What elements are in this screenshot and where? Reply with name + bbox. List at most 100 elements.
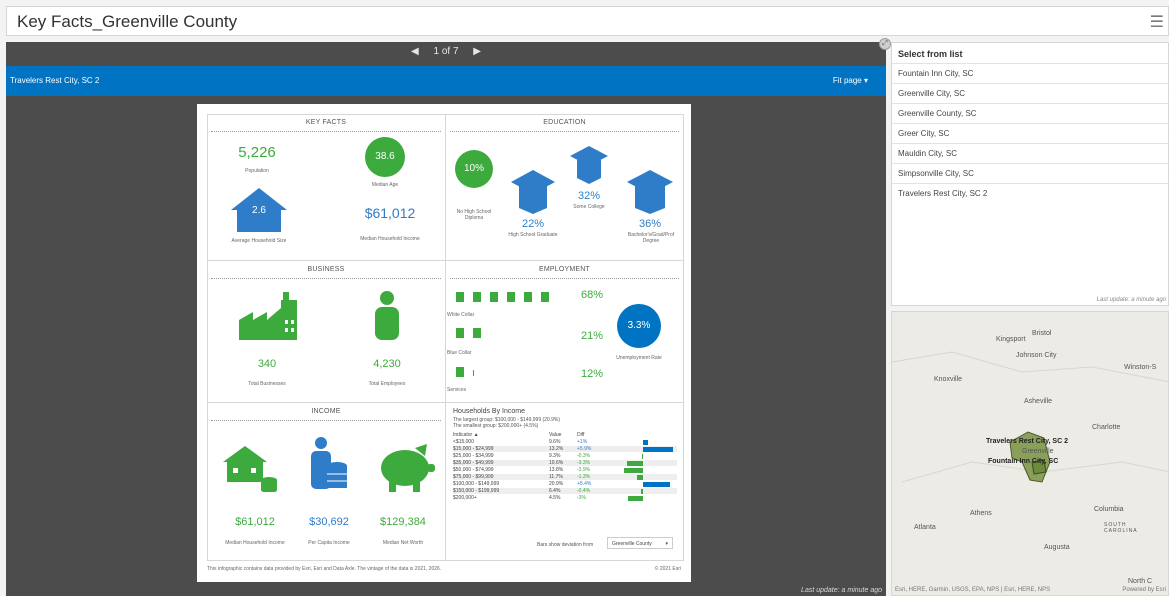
services-value: 12% <box>580 368 604 380</box>
map-label: North C <box>1128 578 1153 585</box>
table-row: $150,000 - $199,999 6.4% -0.4% <box>453 488 677 494</box>
list-item[interactable]: Mauldin City, SC <box>892 143 1169 163</box>
table-row: $15,000 - $24,999 13.2% +5.9% <box>453 446 677 452</box>
total-employees-value: 4,230 <box>373 358 401 370</box>
table-row: $35,000 - $49,999 10.6% -3.3% <box>453 460 677 466</box>
house-money-icon <box>223 446 277 492</box>
map-label: Augusta <box>1044 544 1070 551</box>
map-attribution: Esri, HERE, Garmin, USGS, EPA, NPS | Esr… <box>895 587 1051 593</box>
map-label: Knoxville <box>934 376 963 383</box>
row-indicator: $75,000 - $99,999 <box>453 474 494 480</box>
row-value: 11.7% <box>549 474 563 480</box>
prev-page-button[interactable]: ◀ <box>411 46 419 57</box>
list-item[interactable]: Greer City, SC <box>892 123 1169 143</box>
median-income-value: $61,012 <box>364 205 416 221</box>
row-diff: -1.3% <box>577 474 591 480</box>
no-highschool-label: No High School Diploma <box>456 209 492 221</box>
deviation-bar <box>636 475 643 480</box>
row-value: 9.3% <box>549 453 561 459</box>
graduation-cap-icon <box>511 170 555 214</box>
bachelors-value: 36% <box>638 218 662 230</box>
services-label: Services <box>447 387 467 393</box>
location-bar: Travelers Rest City, SC 2 Fit page ▾ <box>6 66 886 96</box>
pager: ◀ 1 of 7 ▶ <box>6 42 886 64</box>
row-indicator: $35,000 - $49,999 <box>453 460 494 466</box>
list-item[interactable]: Travelers Rest City, SC 2 <box>892 183 1169 203</box>
selection-list: Select from list Fountain Inn City, SC Gr… <box>891 42 1169 306</box>
median-hh-income-value: $61,012 <box>235 516 275 528</box>
map-label: Johnson City <box>1016 352 1057 359</box>
next-page-button[interactable]: ▶ <box>473 46 481 57</box>
median-age-label: Median Age <box>371 182 399 188</box>
row-value: 10.6% <box>549 460 564 466</box>
white-collar-value: 68% <box>580 289 604 301</box>
fit-page-dropdown[interactable]: Fit page ▾ <box>833 76 868 85</box>
no-highschool-circle: 10% <box>455 150 493 188</box>
table-row: $200,000+ 4.5% -3% <box>453 495 677 501</box>
median-age-circle: 38.6 <box>365 137 405 177</box>
list-last-update: Last update: a minute ago <box>1096 297 1166 303</box>
education-title: EDUCATION <box>543 119 586 126</box>
table-row: $50,000 - $74,999 13.8% -3.9% <box>453 467 677 473</box>
income-title: INCOME <box>311 408 341 415</box>
map-label: Greenville <box>1022 448 1054 455</box>
bachelors-label: Bachelor's/Grad/Prof Degree <box>627 232 675 244</box>
map-label: Fountain Inn City, SC <box>988 458 1059 465</box>
copyright: © 2021 Esri <box>654 566 681 572</box>
table-row: $75,000 - $99,999 11.7% -1.3% <box>453 474 677 480</box>
row-diff: -0.4% <box>577 488 591 494</box>
deviation-dropdown[interactable]: Greenville County ▾ <box>607 537 673 549</box>
some-college-label: Some College <box>573 204 605 210</box>
white-collar-label: White Collar <box>447 312 475 318</box>
business-title: BUSINESS <box>307 266 345 273</box>
deviation-bar <box>643 482 670 487</box>
total-businesses-value: 340 <box>257 358 277 370</box>
median-hh-income-label: Median Household Income <box>225 540 285 546</box>
piggy-bank-icon <box>381 444 435 492</box>
per-capita-label: Per Capita Income <box>308 540 350 546</box>
list-item[interactable]: Fountain Inn City, SC <box>892 63 1169 83</box>
map-label: Travelers Rest City, SC 2 <box>986 438 1068 445</box>
map[interactable]: Bristol Kingsport Johnson City Knoxville Win… <box>891 311 1169 596</box>
row-diff: +1% <box>577 439 588 445</box>
list-item[interactable]: Simpsonville City, SC <box>892 163 1169 183</box>
unemployment-circle: 3.3% <box>617 304 661 348</box>
col-indicator[interactable]: Indicator ▲ <box>453 432 479 438</box>
map-label: Winston-S <box>1124 364 1157 371</box>
total-employees-label: Total Employees <box>368 381 406 387</box>
unemployment-label: Unemployment Rate <box>616 355 662 361</box>
graduation-cap-icon <box>627 170 673 214</box>
person-money-icon <box>311 437 347 489</box>
row-indicator: $25,000 - $34,999 <box>453 453 494 459</box>
list-item[interactable]: Greenville City, SC <box>892 83 1169 103</box>
row-value: 20.9% <box>549 481 564 487</box>
menu-icon[interactable]: ☰ <box>1150 12 1164 32</box>
infographic-panel: ◀ 1 of 7 ▶ ⤢ Travelers Rest City, SC 2 F… <box>6 38 891 596</box>
row-indicator: $100,000 - $149,999 <box>453 481 500 487</box>
households-title: Households By Income <box>453 408 525 415</box>
map-powered: Powered by Esri <box>1122 587 1166 593</box>
key-facts-title: KEY FACTS <box>305 119 347 126</box>
row-value: 13.2% <box>549 446 564 452</box>
map-label: Athens <box>970 510 992 517</box>
infographic-page: KEY FACTS 5,226 Population 38.6 Median A… <box>197 104 691 582</box>
population-label: Population <box>245 168 269 174</box>
map-label: SOUTH CAROLINA <box>1104 522 1138 534</box>
row-diff: +5.4% <box>577 481 592 487</box>
map-label: Asheville <box>1024 398 1053 405</box>
app-title: Key Facts_Greenville County <box>17 12 238 31</box>
row-diff: -3.3% <box>577 460 591 466</box>
row-value: 6.4% <box>549 488 561 494</box>
row-diff: -0.3% <box>577 453 591 459</box>
row-indicator: $15,000 - $24,999 <box>453 446 494 452</box>
white-collar-icons <box>456 292 549 302</box>
col-value[interactable]: Value <box>549 432 561 438</box>
table-row: <$15,000 9.6% +1% <box>453 439 677 445</box>
per-capita-value: $30,692 <box>309 516 349 528</box>
highschool-label: High School Graduate <box>508 232 558 238</box>
list-item[interactable]: Greenville County, SC <box>892 103 1169 123</box>
expand-icon[interactable]: ⤢ <box>879 38 891 50</box>
household-size-value: 2.6 <box>252 205 266 216</box>
row-indicator: $50,000 - $74,999 <box>453 467 494 473</box>
col-diff[interactable]: Diff <box>577 432 584 438</box>
